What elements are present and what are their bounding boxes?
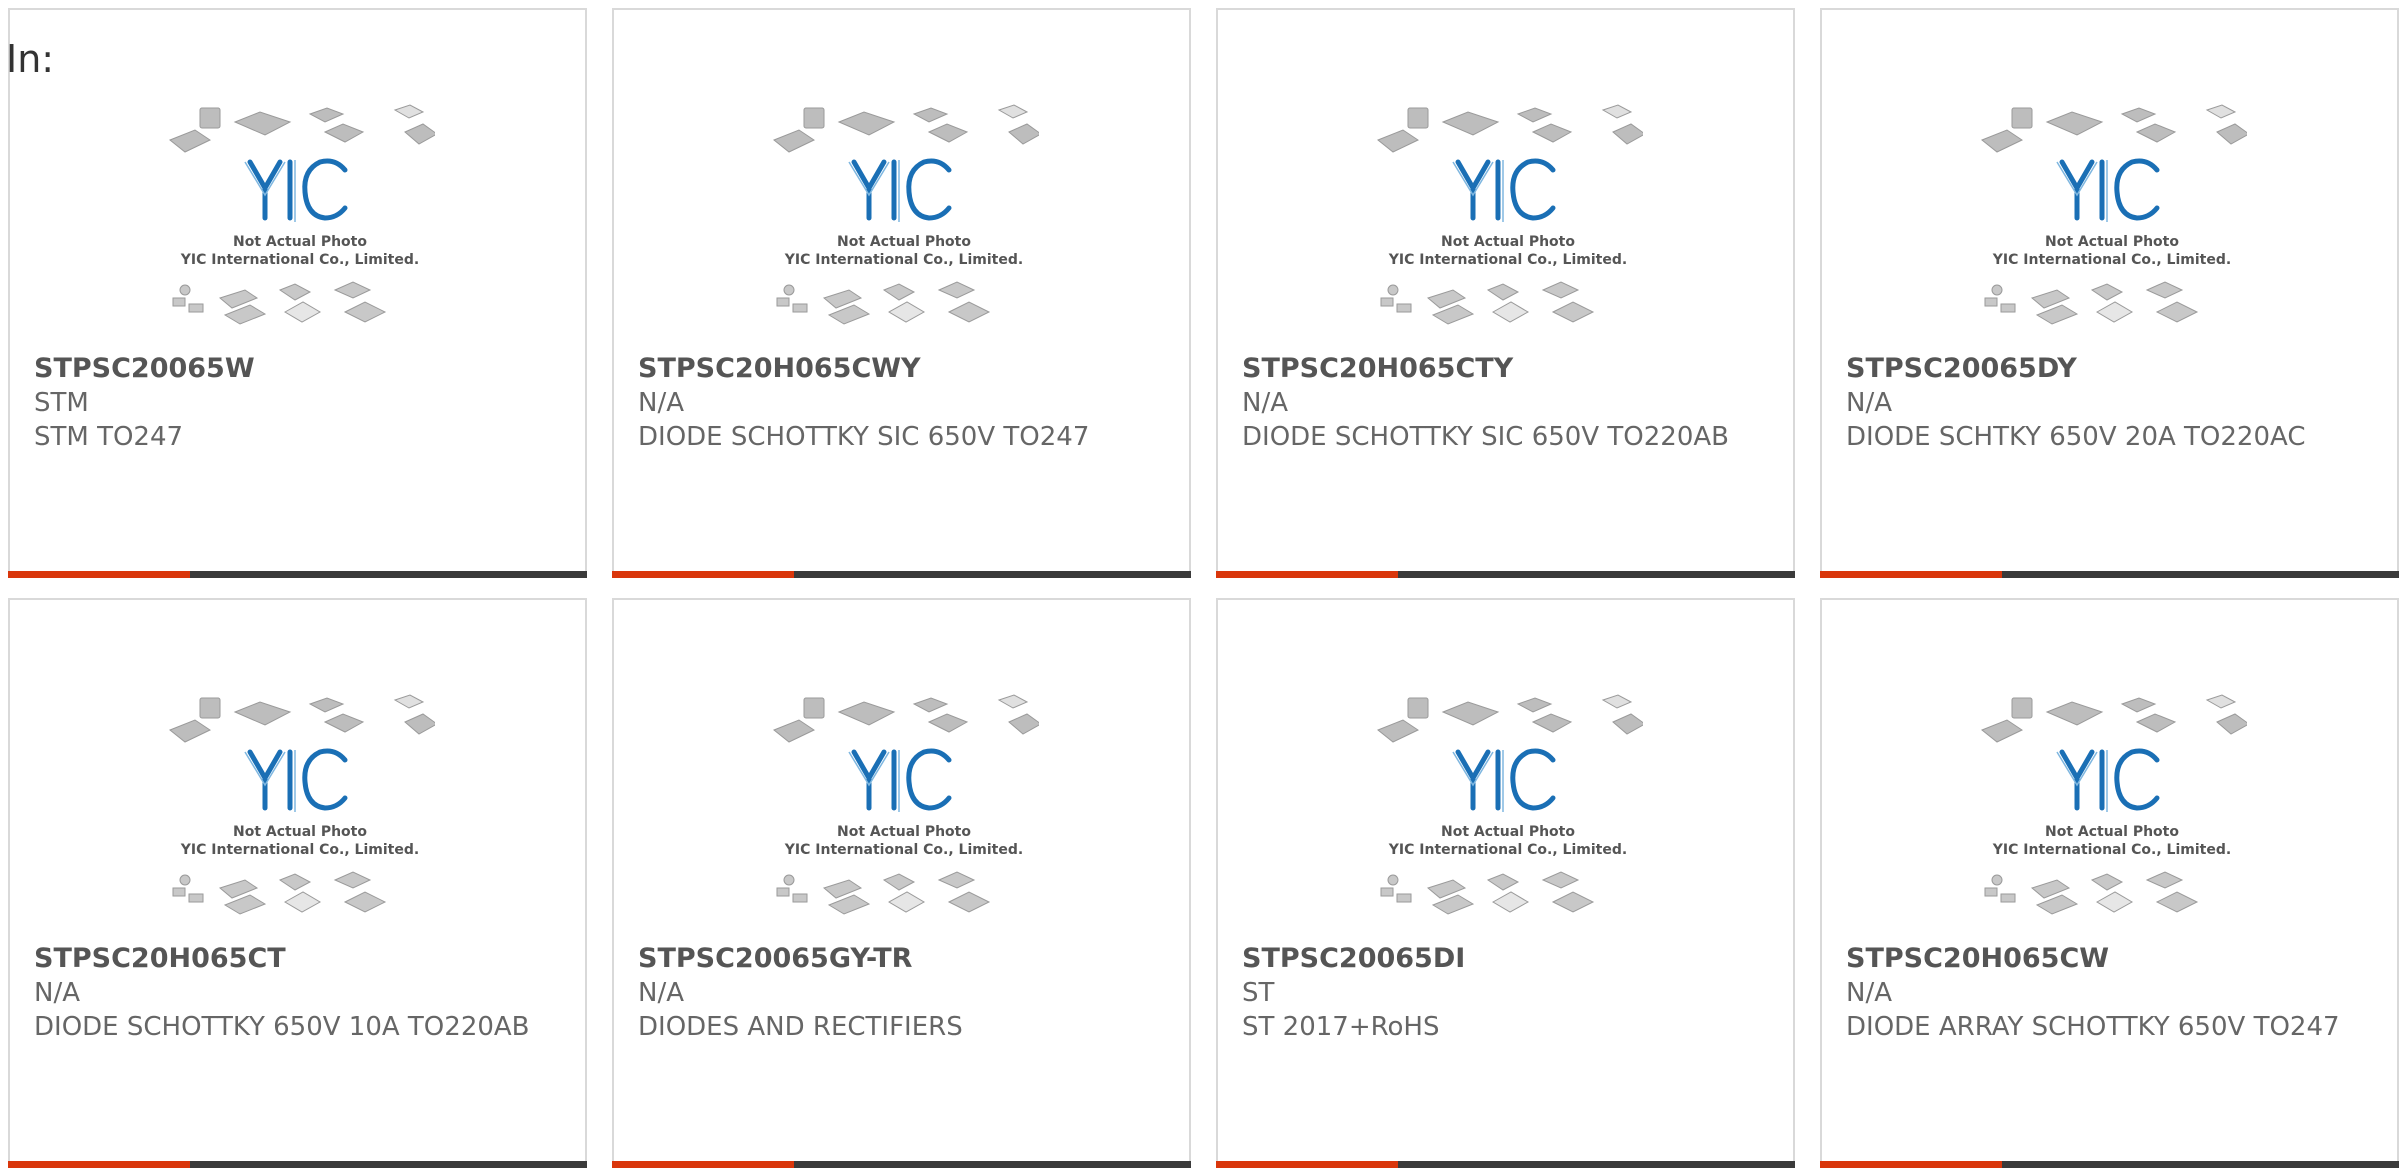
product-card[interactable]: Not Actual Photo YIC International Co., …: [1216, 598, 1795, 1168]
svg-text:Not Actual Photo: Not Actual Photo: [233, 824, 367, 840]
card-bar: [612, 571, 1191, 578]
svg-text:YIC International Co., Limited: YIC International Co., Limited.: [180, 252, 419, 268]
part-number-link[interactable]: STPSC20065DI: [1242, 942, 1779, 976]
svg-text:YIC International Co., Limited: YIC International Co., Limited.: [1992, 252, 2231, 268]
card-bar: [1820, 571, 2399, 578]
part-number-link[interactable]: STPSC20H065CTY: [1242, 352, 1779, 386]
part-number-link[interactable]: STPSC20H065CT: [34, 942, 571, 976]
card-bar: [1216, 1161, 1795, 1168]
product-thumbnail[interactable]: Not Actual Photo YIC International Co., …: [769, 690, 1039, 935]
manufacturer: ST: [1242, 978, 1275, 1008]
product-info: STPSC20065DY N/A DIODE SCHTKY 650V 20A T…: [1846, 352, 2383, 454]
not-actual-photo-image: Not Actual Photo YIC International Co., …: [169, 694, 435, 915]
product-info: STPSC20H065CWY N/A DIODE SCHOTTKY SIC 65…: [638, 352, 1175, 454]
product-info: STPSC20H065CT N/A DIODE SCHOTTKY 650V 10…: [34, 942, 571, 1044]
part-number-link[interactable]: STPSC20H065CW: [1846, 942, 2383, 976]
manufacturer: N/A: [1846, 978, 1892, 1008]
svg-text:YIC International Co., Limited: YIC International Co., Limited.: [784, 842, 1023, 858]
svg-text:YIC International Co., Limited: YIC International Co., Limited.: [1388, 842, 1627, 858]
not-actual-photo-image: Not Actual Photo YIC International Co., …: [773, 694, 1039, 915]
product-thumbnail[interactable]: Not Actual Photo YIC International Co., …: [165, 100, 435, 345]
product-info: STPSC20H065CTY N/A DIODE SCHOTTKY SIC 65…: [1242, 352, 1779, 454]
product-thumbnail[interactable]: Not Actual Photo YIC International Co., …: [769, 100, 1039, 345]
part-number-link[interactable]: STPSC20065DY: [1846, 352, 2383, 386]
not-actual-photo-image: Not Actual Photo YIC International Co., …: [1377, 694, 1643, 915]
card-bar-accent: [1820, 571, 2002, 578]
not-actual-photo-image: Not Actual Photo YIC International Co., …: [169, 104, 435, 325]
manufacturer: N/A: [638, 978, 684, 1008]
in-label: In:: [6, 37, 55, 81]
card-bar-accent: [612, 1161, 794, 1168]
svg-text:Not Actual Photo: Not Actual Photo: [2045, 824, 2179, 840]
product-card[interactable]: Not Actual Photo YIC International Co., …: [612, 8, 1191, 578]
card-bar: [612, 1161, 1191, 1168]
product-thumbnail[interactable]: Not Actual Photo YIC International Co., …: [1977, 100, 2247, 345]
description: DIODE SCHOTTKY SIC 650V TO220AB: [1242, 422, 1729, 452]
product-card[interactable]: Not Actual Photo YIC International Co., …: [612, 598, 1191, 1168]
svg-text:Not Actual Photo: Not Actual Photo: [1441, 824, 1575, 840]
not-actual-photo-image: Not Actual Photo YIC International Co., …: [1981, 104, 2247, 325]
product-card[interactable]: Not Actual Photo YIC International Co., …: [8, 598, 587, 1168]
not-actual-photo-image: Not Actual Photo YIC International Co., …: [1377, 104, 1643, 325]
product-info: STPSC20H065CW N/A DIODE ARRAY SCHOTTKY 6…: [1846, 942, 2383, 1044]
svg-text:Not Actual Photo: Not Actual Photo: [837, 824, 971, 840]
card-bar: [8, 571, 587, 578]
product-info: STPSC20065GY-TR N/A DIODES AND RECTIFIER…: [638, 942, 1175, 1044]
manufacturer: N/A: [1242, 388, 1288, 418]
description: DIODE SCHTKY 650V 20A TO220AC: [1846, 422, 2306, 452]
svg-text:YIC International Co., Limited: YIC International Co., Limited.: [180, 842, 419, 858]
product-card[interactable]: Not Actual Photo YIC International Co., …: [1216, 8, 1795, 578]
product-thumbnail[interactable]: Not Actual Photo YIC International Co., …: [1373, 100, 1643, 345]
product-thumbnail[interactable]: Not Actual Photo YIC International Co., …: [1977, 690, 2247, 935]
description: ST 2017+RoHS: [1242, 1012, 1440, 1042]
description: DIODE ARRAY SCHOTTKY 650V TO247: [1846, 1012, 2340, 1042]
svg-text:Not Actual Photo: Not Actual Photo: [233, 234, 367, 250]
description: STM TO247: [34, 422, 184, 452]
product-thumbnail[interactable]: Not Actual Photo YIC International Co., …: [165, 690, 435, 935]
product-info: STPSC20065DI ST ST 2017+RoHS: [1242, 942, 1779, 1044]
card-bar-accent: [1216, 1161, 1398, 1168]
card-bar-accent: [8, 1161, 190, 1168]
card-bar: [1216, 571, 1795, 578]
not-actual-photo-image: Not Actual Photo YIC International Co., …: [773, 104, 1039, 325]
not-actual-photo-image: Not Actual Photo YIC International Co., …: [1981, 694, 2247, 915]
product-grid: Not Actual Photo YIC International Co., …: [8, 8, 2399, 1168]
card-bar-accent: [1820, 1161, 2002, 1168]
part-number-link[interactable]: STPSC20065W: [34, 352, 571, 386]
description: DIODE SCHOTTKY SIC 650V TO247: [638, 422, 1090, 452]
product-info: STPSC20065W STM STM TO247: [34, 352, 571, 454]
product-card[interactable]: Not Actual Photo YIC International Co., …: [1820, 8, 2399, 578]
card-bar-accent: [1216, 571, 1398, 578]
card-bar: [8, 1161, 587, 1168]
svg-text:YIC International Co., Limited: YIC International Co., Limited.: [1388, 252, 1627, 268]
product-thumbnail[interactable]: Not Actual Photo YIC International Co., …: [1373, 690, 1643, 935]
part-number-link[interactable]: STPSC20H065CWY: [638, 352, 1175, 386]
part-number-link[interactable]: STPSC20065GY-TR: [638, 942, 1175, 976]
card-bar-accent: [8, 571, 190, 578]
svg-text:Not Actual Photo: Not Actual Photo: [1441, 234, 1575, 250]
manufacturer: N/A: [1846, 388, 1892, 418]
manufacturer: N/A: [34, 978, 80, 1008]
manufacturer: STM: [34, 388, 89, 418]
product-card[interactable]: Not Actual Photo YIC International Co., …: [1820, 598, 2399, 1168]
svg-text:YIC International Co., Limited: YIC International Co., Limited.: [1992, 842, 2231, 858]
svg-text:Not Actual Photo: Not Actual Photo: [2045, 234, 2179, 250]
description: DIODE SCHOTTKY 650V 10A TO220AB: [34, 1012, 530, 1042]
svg-text:YIC International Co., Limited: YIC International Co., Limited.: [784, 252, 1023, 268]
card-bar: [1820, 1161, 2399, 1168]
card-bar-accent: [612, 571, 794, 578]
description: DIODES AND RECTIFIERS: [638, 1012, 963, 1042]
manufacturer: N/A: [638, 388, 684, 418]
svg-text:Not Actual Photo: Not Actual Photo: [837, 234, 971, 250]
product-card[interactable]: Not Actual Photo YIC International Co., …: [8, 8, 587, 578]
